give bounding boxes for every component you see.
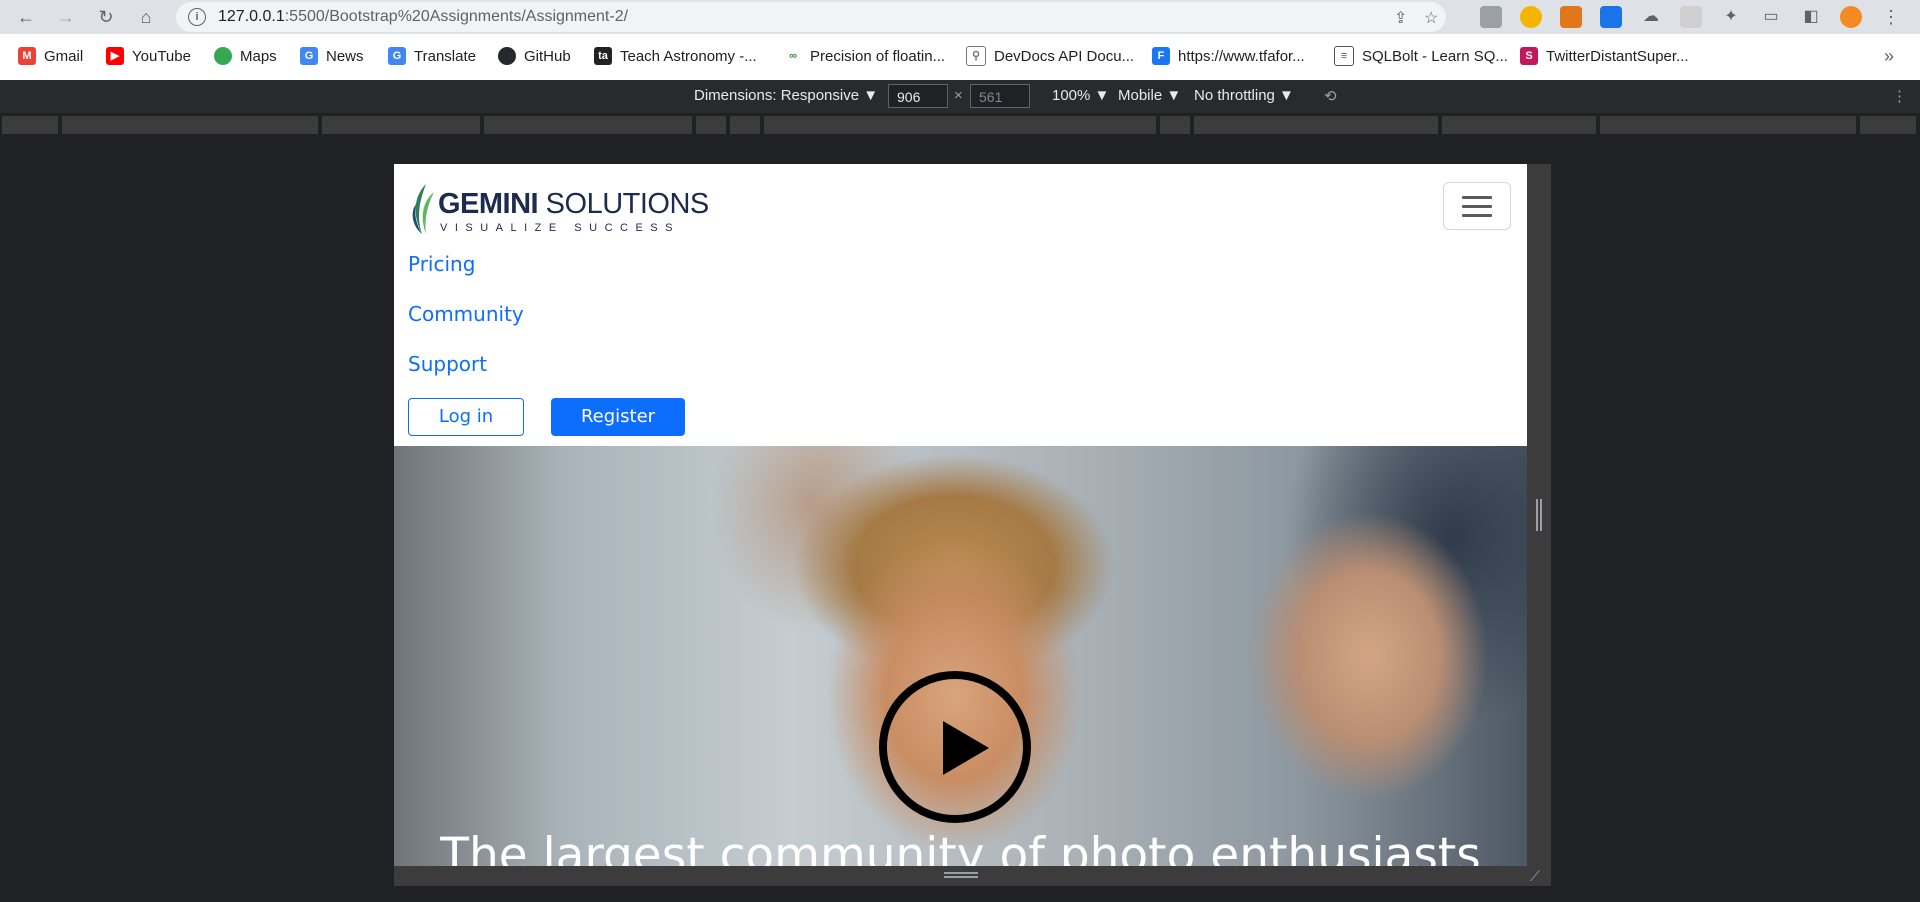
throttling-dropdown[interactable]: No throttling ▼	[1194, 87, 1294, 104]
ruler-segment[interactable]	[2, 116, 58, 134]
bookmark-gfg[interactable]: ∞ Precision of floatin...	[784, 46, 945, 66]
hamburger-icon	[1462, 214, 1492, 217]
ruler-segment[interactable]	[322, 116, 480, 134]
resize-grip-icon	[1536, 499, 1542, 531]
hamburger-icon	[1462, 196, 1492, 199]
device-toolbar: Dimensions: Responsive ▼ 906 × 561 100% …	[0, 80, 1920, 113]
forward-icon[interactable]: →	[54, 5, 78, 29]
cast-icon[interactable]: ▭	[1760, 6, 1782, 28]
news-icon: G	[300, 47, 318, 65]
bookmark-twitter-distant[interactable]: S TwitterDistantSuper...	[1520, 46, 1689, 66]
hamburger-icon	[1462, 205, 1492, 208]
facebook-icon: F	[1152, 47, 1170, 65]
gmail-icon: M	[18, 47, 36, 65]
bookmarks-bar: M Gmail ▶ YouTube Maps G News G Translate Gi…	[0, 34, 1920, 81]
nav-link-community[interactable]: Community	[408, 302, 524, 326]
width-input[interactable]: 906	[888, 84, 948, 108]
media-query-ruler	[0, 113, 1920, 137]
bookmark-news[interactable]: G News	[300, 46, 364, 66]
browser-toolbar: ← → ↻ ⌂ i 127.0.0.1:5500/Bootstrap%20Ass…	[0, 0, 1920, 34]
database-icon: ≡	[1334, 46, 1354, 66]
nav-link-support[interactable]: Support	[408, 352, 487, 376]
extensions-puzzle-icon[interactable]: ✦	[1720, 6, 1742, 28]
translate-icon: G	[388, 47, 406, 65]
play-icon	[943, 721, 989, 775]
device-type-dropdown[interactable]: Mobile ▼	[1118, 87, 1181, 104]
play-button[interactable]	[879, 671, 1031, 823]
hero-video[interactable]: The largest community of photo enthusias…	[394, 446, 1527, 866]
site-navbar: GEMINI SOLUTIONS VISUALIZE SUCCESS Prici…	[394, 164, 1527, 446]
logo-tagline: VISUALIZE SUCCESS	[440, 222, 680, 234]
home-icon[interactable]: ⌂	[134, 5, 158, 29]
bookmark-translate[interactable]: G Translate	[388, 46, 476, 66]
devtools-status-bar	[0, 886, 1920, 902]
menu-kebab-icon[interactable]: ⋮	[1880, 6, 1902, 28]
bookmark-maps[interactable]: Maps	[214, 46, 277, 66]
gemini-logo[interactable]: GEMINI SOLUTIONS VISUALIZE SUCCESS	[408, 180, 709, 236]
hero-headline: The largest community of photo enthusias…	[440, 828, 1481, 866]
astronomy-icon: ta	[594, 47, 612, 65]
metamask-icon[interactable]	[1560, 6, 1582, 28]
side-panel-icon[interactable]: ◧	[1800, 6, 1822, 28]
extension-bug-icon[interactable]	[1480, 6, 1502, 28]
dimension-separator: ×	[954, 87, 963, 104]
more-bookmarks-icon[interactable]: »	[1884, 46, 1894, 66]
dimensions-dropdown[interactable]: Dimensions: Responsive ▼	[694, 87, 878, 104]
address-url[interactable]: 127.0.0.1:5500/Bootstrap%20Assignments/A…	[218, 8, 628, 26]
ruler-segment[interactable]	[1442, 116, 1596, 134]
back-icon[interactable]: ←	[14, 5, 38, 29]
ruler-segment[interactable]	[1160, 116, 1190, 134]
zoom-dropdown[interactable]: 100% ▼	[1052, 87, 1109, 104]
leaf-logo-icon	[412, 184, 434, 234]
devtools-menu-icon[interactable]: ⋮	[1892, 87, 1907, 105]
github-icon	[498, 47, 516, 65]
corner-resize-icon[interactable]: ⟋	[1530, 868, 1546, 884]
site-info-icon[interactable]: i	[188, 8, 206, 26]
login-button[interactable]: Log in	[408, 398, 524, 436]
bookmark-github[interactable]: GitHub	[498, 46, 571, 66]
reload-icon[interactable]: ↻	[94, 5, 118, 29]
devdocs-icon: ⚲	[966, 46, 986, 66]
bookmark-teach-astronomy[interactable]: ta Teach Astronomy -...	[594, 46, 757, 66]
address-bar[interactable]: i 127.0.0.1:5500/Bootstrap%20Assignments…	[176, 2, 1446, 32]
ruler-segment[interactable]	[764, 116, 1156, 134]
register-button[interactable]: Register	[551, 398, 685, 436]
rotate-icon[interactable]: ⟲	[1324, 87, 1337, 105]
ruler-segment[interactable]	[696, 116, 726, 134]
viewport-resize-handle-right[interactable]	[1527, 164, 1551, 866]
bookmark-gmail[interactable]: M Gmail	[18, 46, 83, 66]
height-input[interactable]: 561	[970, 84, 1030, 108]
extension-flower-icon[interactable]	[1520, 6, 1542, 28]
bookmark-sqlbolt[interactable]: ≡ SQLBolt - Learn SQ...	[1334, 46, 1508, 66]
bookmark-youtube[interactable]: ▶ YouTube	[106, 46, 191, 66]
ruler-segment[interactable]	[730, 116, 760, 134]
viewport-resize-handle-bottom[interactable]	[394, 866, 1551, 886]
ruler-segment[interactable]	[1860, 116, 1916, 134]
extension-gear-icon[interactable]	[1680, 6, 1702, 28]
bookmark-tfafor[interactable]: Fhttps://www.tfafor...	[1152, 46, 1305, 66]
ruler-segment[interactable]	[62, 116, 318, 134]
youtube-icon: ▶	[106, 47, 124, 65]
ruler-segment[interactable]	[484, 116, 692, 134]
gfg-icon: ∞	[784, 47, 802, 65]
resize-grip-icon	[944, 872, 978, 878]
ruler-segment[interactable]	[1194, 116, 1438, 134]
emulated-viewport: GEMINI SOLUTIONS VISUALIZE SUCCESS Prici…	[394, 164, 1527, 866]
share-icon[interactable]: ⇪	[1394, 8, 1407, 28]
maps-icon	[214, 47, 232, 65]
logo-brand-text: GEMINI SOLUTIONS	[438, 188, 709, 220]
navbar-toggler-button[interactable]	[1443, 182, 1511, 230]
bookmark-star-icon[interactable]: ☆	[1424, 8, 1438, 28]
ruler-segment[interactable]	[1600, 116, 1856, 134]
cloud-icon[interactable]: ☁	[1640, 6, 1662, 28]
nav-link-pricing[interactable]: Pricing	[408, 252, 475, 276]
extension-pen-icon[interactable]	[1600, 6, 1622, 28]
bookmark-devdocs[interactable]: ⚲ DevDocs API Docu...	[966, 46, 1134, 66]
s-icon: S	[1520, 47, 1538, 65]
profile-avatar[interactable]	[1840, 6, 1862, 28]
